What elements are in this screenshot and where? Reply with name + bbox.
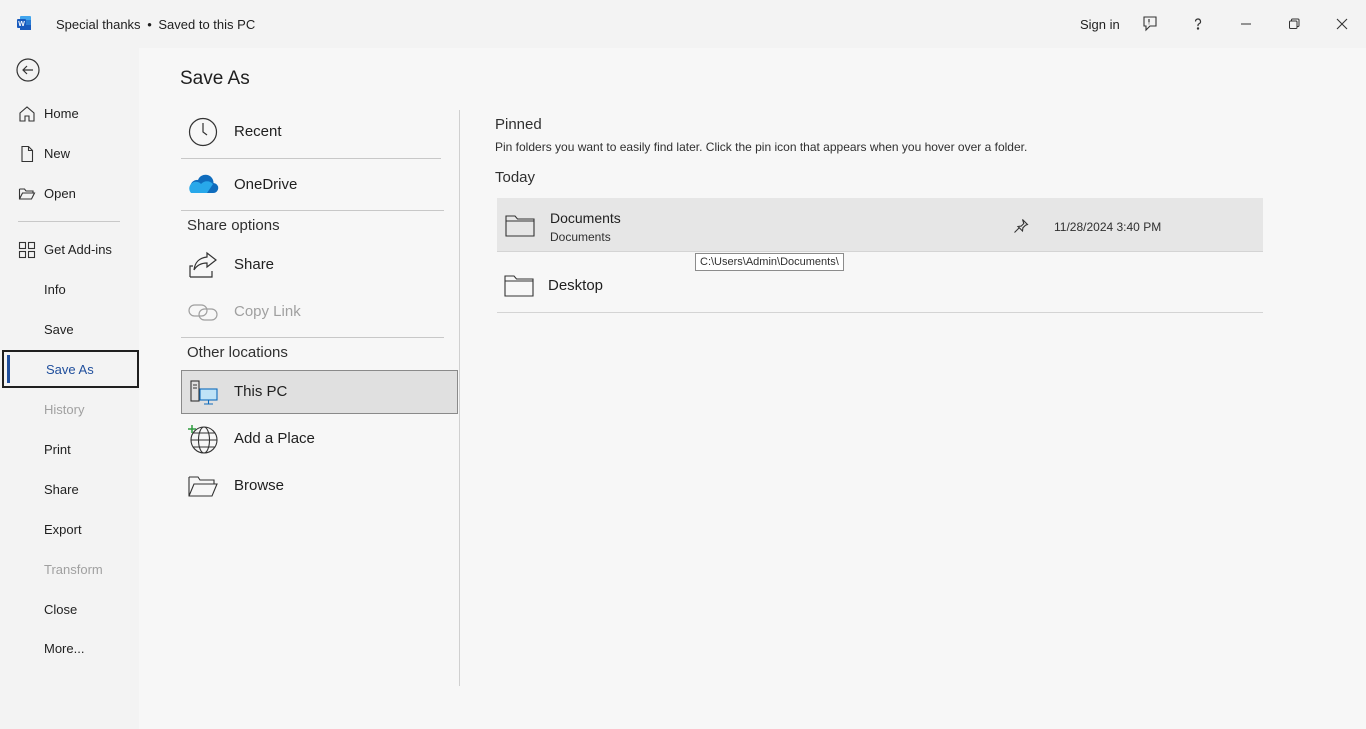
clock-icon bbox=[188, 117, 218, 147]
open-folder-icon bbox=[18, 188, 36, 200]
location-this-pc-label: This PC bbox=[234, 383, 288, 400]
pinned-heading: Pinned bbox=[495, 116, 542, 133]
panel-divider bbox=[459, 110, 460, 686]
nav-home-label: Home bbox=[44, 105, 79, 121]
nav-get-addins-label: Get Add-ins bbox=[44, 241, 112, 257]
nav-save[interactable]: Save bbox=[0, 310, 139, 348]
pinned-description: Pin folders you want to easily find late… bbox=[495, 140, 1028, 154]
location-add-place-label: Add a Place bbox=[234, 430, 315, 447]
location-copy-link-label: Copy Link bbox=[234, 303, 301, 320]
document-title: Special thanks • Saved to this PC bbox=[56, 17, 255, 32]
title-bar: W Special thanks • Saved to this PC Sign… bbox=[0, 0, 1366, 48]
page-title: Save As bbox=[180, 68, 250, 89]
title-separator: • bbox=[147, 17, 152, 32]
save-as-panel: Save As Recent OneDrive Share options Sh… bbox=[139, 48, 1366, 729]
minimize-button[interactable] bbox=[1234, 12, 1258, 36]
nav-new-label: New bbox=[44, 145, 71, 161]
location-recent-label: Recent bbox=[234, 123, 282, 140]
link-icon bbox=[188, 304, 218, 321]
today-heading: Today bbox=[495, 169, 536, 186]
nav-separator bbox=[18, 221, 120, 222]
nav-export[interactable]: Export bbox=[0, 510, 139, 548]
addins-grid-icon bbox=[18, 241, 36, 259]
location-separator bbox=[181, 158, 441, 159]
location-this-pc[interactable]: This PC bbox=[181, 370, 458, 414]
nav-close-label: Close bbox=[44, 601, 78, 617]
pin-icon[interactable] bbox=[1013, 218, 1029, 234]
help-icon bbox=[1194, 18, 1202, 30]
nav-print-label: Print bbox=[44, 441, 71, 457]
nav-history-label: History bbox=[44, 401, 85, 417]
path-tooltip: C:\Users\Admin\Documents\ bbox=[695, 253, 844, 271]
sign-in-link[interactable]: Sign in bbox=[1080, 17, 1120, 32]
folder-icon bbox=[505, 215, 535, 237]
close-icon bbox=[1336, 18, 1348, 30]
nav-share-label: Share bbox=[44, 481, 79, 497]
computer-icon bbox=[190, 380, 218, 405]
location-copy-link[interactable]: Copy Link bbox=[181, 290, 457, 334]
feedback-button[interactable] bbox=[1138, 12, 1162, 36]
nav-more[interactable]: More... bbox=[0, 629, 139, 667]
location-browse-label: Browse bbox=[234, 477, 285, 494]
back-arrow-icon[interactable] bbox=[16, 58, 40, 82]
save-status: Saved to this PC bbox=[158, 17, 256, 32]
nav-save-label: Save bbox=[44, 321, 74, 337]
folder-name: Desktop bbox=[548, 277, 604, 294]
other-locations-heading: Other locations bbox=[187, 344, 288, 361]
folder-row-desktop[interactable]: Desktop bbox=[497, 260, 1263, 313]
location-browse[interactable]: Browse bbox=[181, 464, 457, 508]
nav-transform-label: Transform bbox=[44, 561, 103, 577]
new-document-icon bbox=[21, 145, 34, 163]
nav-save-as[interactable]: Save As bbox=[2, 350, 139, 388]
folder-path: Documents bbox=[550, 230, 611, 244]
nav-get-addins[interactable]: Get Add-ins bbox=[0, 230, 139, 268]
nav-share[interactable]: Share bbox=[0, 470, 139, 508]
folder-open-icon bbox=[188, 476, 218, 497]
feedback-icon bbox=[1143, 16, 1157, 32]
nav-info-label: Info bbox=[44, 281, 66, 297]
close-button[interactable] bbox=[1330, 12, 1354, 36]
nav-transform[interactable]: Transform bbox=[0, 550, 139, 588]
nav-history[interactable]: History bbox=[0, 390, 139, 428]
nav-open-label: Open bbox=[44, 185, 76, 201]
nav-print[interactable]: Print bbox=[0, 430, 139, 468]
svg-text:W: W bbox=[18, 21, 25, 28]
restore-icon bbox=[1289, 18, 1300, 29]
backstage-nav: Home New Open Get Add-ins Info Save Save… bbox=[0, 48, 139, 729]
restore-button[interactable] bbox=[1282, 12, 1306, 36]
location-share-label: Share bbox=[234, 256, 275, 273]
location-share[interactable]: Share bbox=[181, 243, 457, 287]
location-onedrive[interactable]: OneDrive bbox=[181, 163, 457, 207]
nav-open[interactable]: Open bbox=[0, 174, 139, 212]
onedrive-cloud-icon bbox=[189, 174, 219, 194]
share-options-heading: Share options bbox=[187, 217, 280, 234]
nav-info[interactable]: Info bbox=[0, 270, 139, 308]
nav-new[interactable]: New bbox=[0, 134, 139, 172]
location-add-place[interactable]: Add a Place bbox=[181, 417, 457, 461]
folder-name: Documents bbox=[550, 210, 621, 226]
folder-row-documents[interactable]: Documents Documents 11/28/2024 3:40 PM bbox=[497, 198, 1263, 252]
nav-close[interactable]: Close bbox=[0, 590, 139, 628]
nav-more-label: More... bbox=[44, 640, 85, 656]
location-onedrive-label: OneDrive bbox=[234, 176, 298, 193]
help-button[interactable] bbox=[1186, 12, 1210, 36]
folder-icon bbox=[504, 275, 534, 297]
minimize-icon bbox=[1241, 23, 1251, 25]
location-separator bbox=[181, 337, 444, 338]
nav-home[interactable]: Home bbox=[0, 94, 139, 132]
share-arrow-icon bbox=[189, 251, 217, 278]
location-separator bbox=[181, 210, 444, 211]
location-recent[interactable]: Recent bbox=[181, 110, 457, 154]
folder-date: 11/28/2024 3:40 PM bbox=[1054, 220, 1162, 234]
nav-export-label: Export bbox=[44, 521, 82, 537]
word-logo-icon: W bbox=[17, 16, 31, 30]
document-name: Special thanks bbox=[56, 17, 141, 32]
home-icon bbox=[19, 106, 35, 122]
nav-save-as-label: Save As bbox=[46, 361, 94, 377]
globe-add-icon bbox=[188, 425, 218, 454]
